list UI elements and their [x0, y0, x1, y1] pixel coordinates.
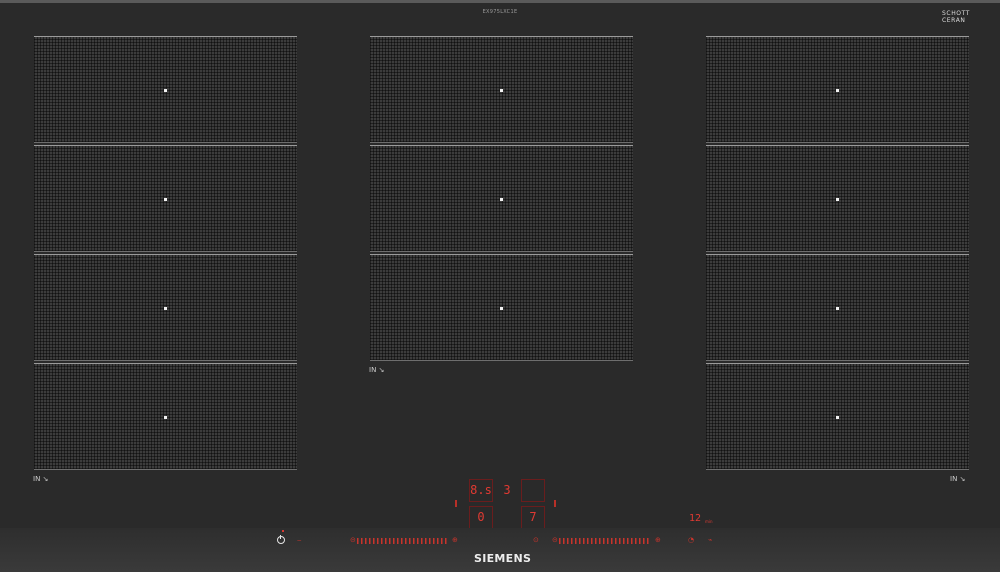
zone-center-marker: [836, 198, 839, 201]
zone-center-marker: [836, 307, 839, 310]
boost-icon[interactable]: ⊕: [452, 536, 458, 544]
induction-hob: EX975LXC1E SCHOTT CERAN IN ↘ IN ↘ IN ↘ 8…: [0, 0, 1000, 572]
flex-zone-icon: ↘: [959, 475, 966, 483]
power-icon[interactable]: [277, 535, 285, 544]
model-number: EX975LXC1E: [482, 9, 518, 15]
power-indicator-led: [282, 530, 284, 532]
induction-label: IN: [33, 475, 41, 483]
schott-ceran-logo: SCHOTT CERAN: [942, 10, 970, 24]
schott-ceran-line2: CERAN: [942, 17, 966, 24]
zone-center-marker: [164, 307, 167, 310]
control-strip: [0, 528, 1000, 572]
hob-frame-edge: [0, 0, 1000, 3]
left-flex-indicator: IN ↘: [33, 475, 48, 483]
cooking-zone-center-1[interactable]: [370, 36, 633, 143]
zone-level-display-blank: [521, 479, 545, 502]
zone-center-marker: [836, 89, 839, 92]
zone-level-display-b: 3: [503, 483, 511, 497]
plus-icon[interactable]: ⊕: [655, 536, 661, 544]
fry-sensor-icon[interactable]: ⊙: [533, 536, 539, 544]
zone-level-display-d: 7: [521, 506, 545, 530]
wipe-protection-icon[interactable]: ⌁: [708, 536, 712, 544]
left-zone-select-led: [455, 500, 457, 507]
zone-level-display-empty: [496, 506, 518, 530]
zone-center-marker: [164, 198, 167, 201]
zone-center-marker: [500, 89, 503, 92]
lock-icon[interactable]: ‒: [297, 536, 301, 544]
cooking-zone-left-4[interactable]: [34, 363, 297, 470]
timer-icon[interactable]: ◔: [688, 536, 694, 544]
zone-level-display-c: 0: [469, 506, 493, 530]
zone-center-marker: [500, 198, 503, 201]
cooking-zone-left-2[interactable]: [34, 145, 297, 252]
siemens-logo: SIEMENS: [474, 552, 532, 565]
center-flex-indicator: IN ↘: [369, 366, 384, 374]
cooking-zone-right-3[interactable]: [706, 254, 969, 361]
right-zone-select-led: [554, 500, 556, 507]
cooking-zone-left-3[interactable]: [34, 254, 297, 361]
cooking-zone-right-2[interactable]: [706, 145, 969, 252]
flex-zone-icon: ↘: [378, 366, 385, 374]
cooking-zone-center-3[interactable]: [370, 254, 633, 361]
timer-display: 12: [688, 513, 702, 524]
zone-center-marker: [836, 416, 839, 419]
zone-center-marker: [500, 307, 503, 310]
induction-label: IN: [950, 475, 958, 483]
minus-icon[interactable]: ⊝: [552, 536, 558, 544]
cooking-zone-center-2[interactable]: [370, 145, 633, 252]
schott-ceran-line1: SCHOTT: [942, 10, 971, 17]
left-power-slider[interactable]: [357, 538, 447, 544]
cooking-zone-right-1[interactable]: [706, 36, 969, 143]
cooking-zone-left-1[interactable]: [34, 36, 297, 143]
flex-zone-icon: ↘: [42, 475, 49, 483]
minus-icon[interactable]: ⊝: [350, 536, 356, 544]
right-power-slider[interactable]: [559, 538, 649, 544]
zone-center-marker: [164, 416, 167, 419]
cooking-zone-right-4[interactable]: [706, 363, 969, 470]
right-flex-indicator: IN ↘: [950, 475, 965, 483]
induction-label: IN: [369, 366, 377, 374]
zone-level-display-a: 8.s: [469, 479, 493, 502]
timer-unit: min: [705, 519, 713, 524]
zone-center-marker: [164, 89, 167, 92]
